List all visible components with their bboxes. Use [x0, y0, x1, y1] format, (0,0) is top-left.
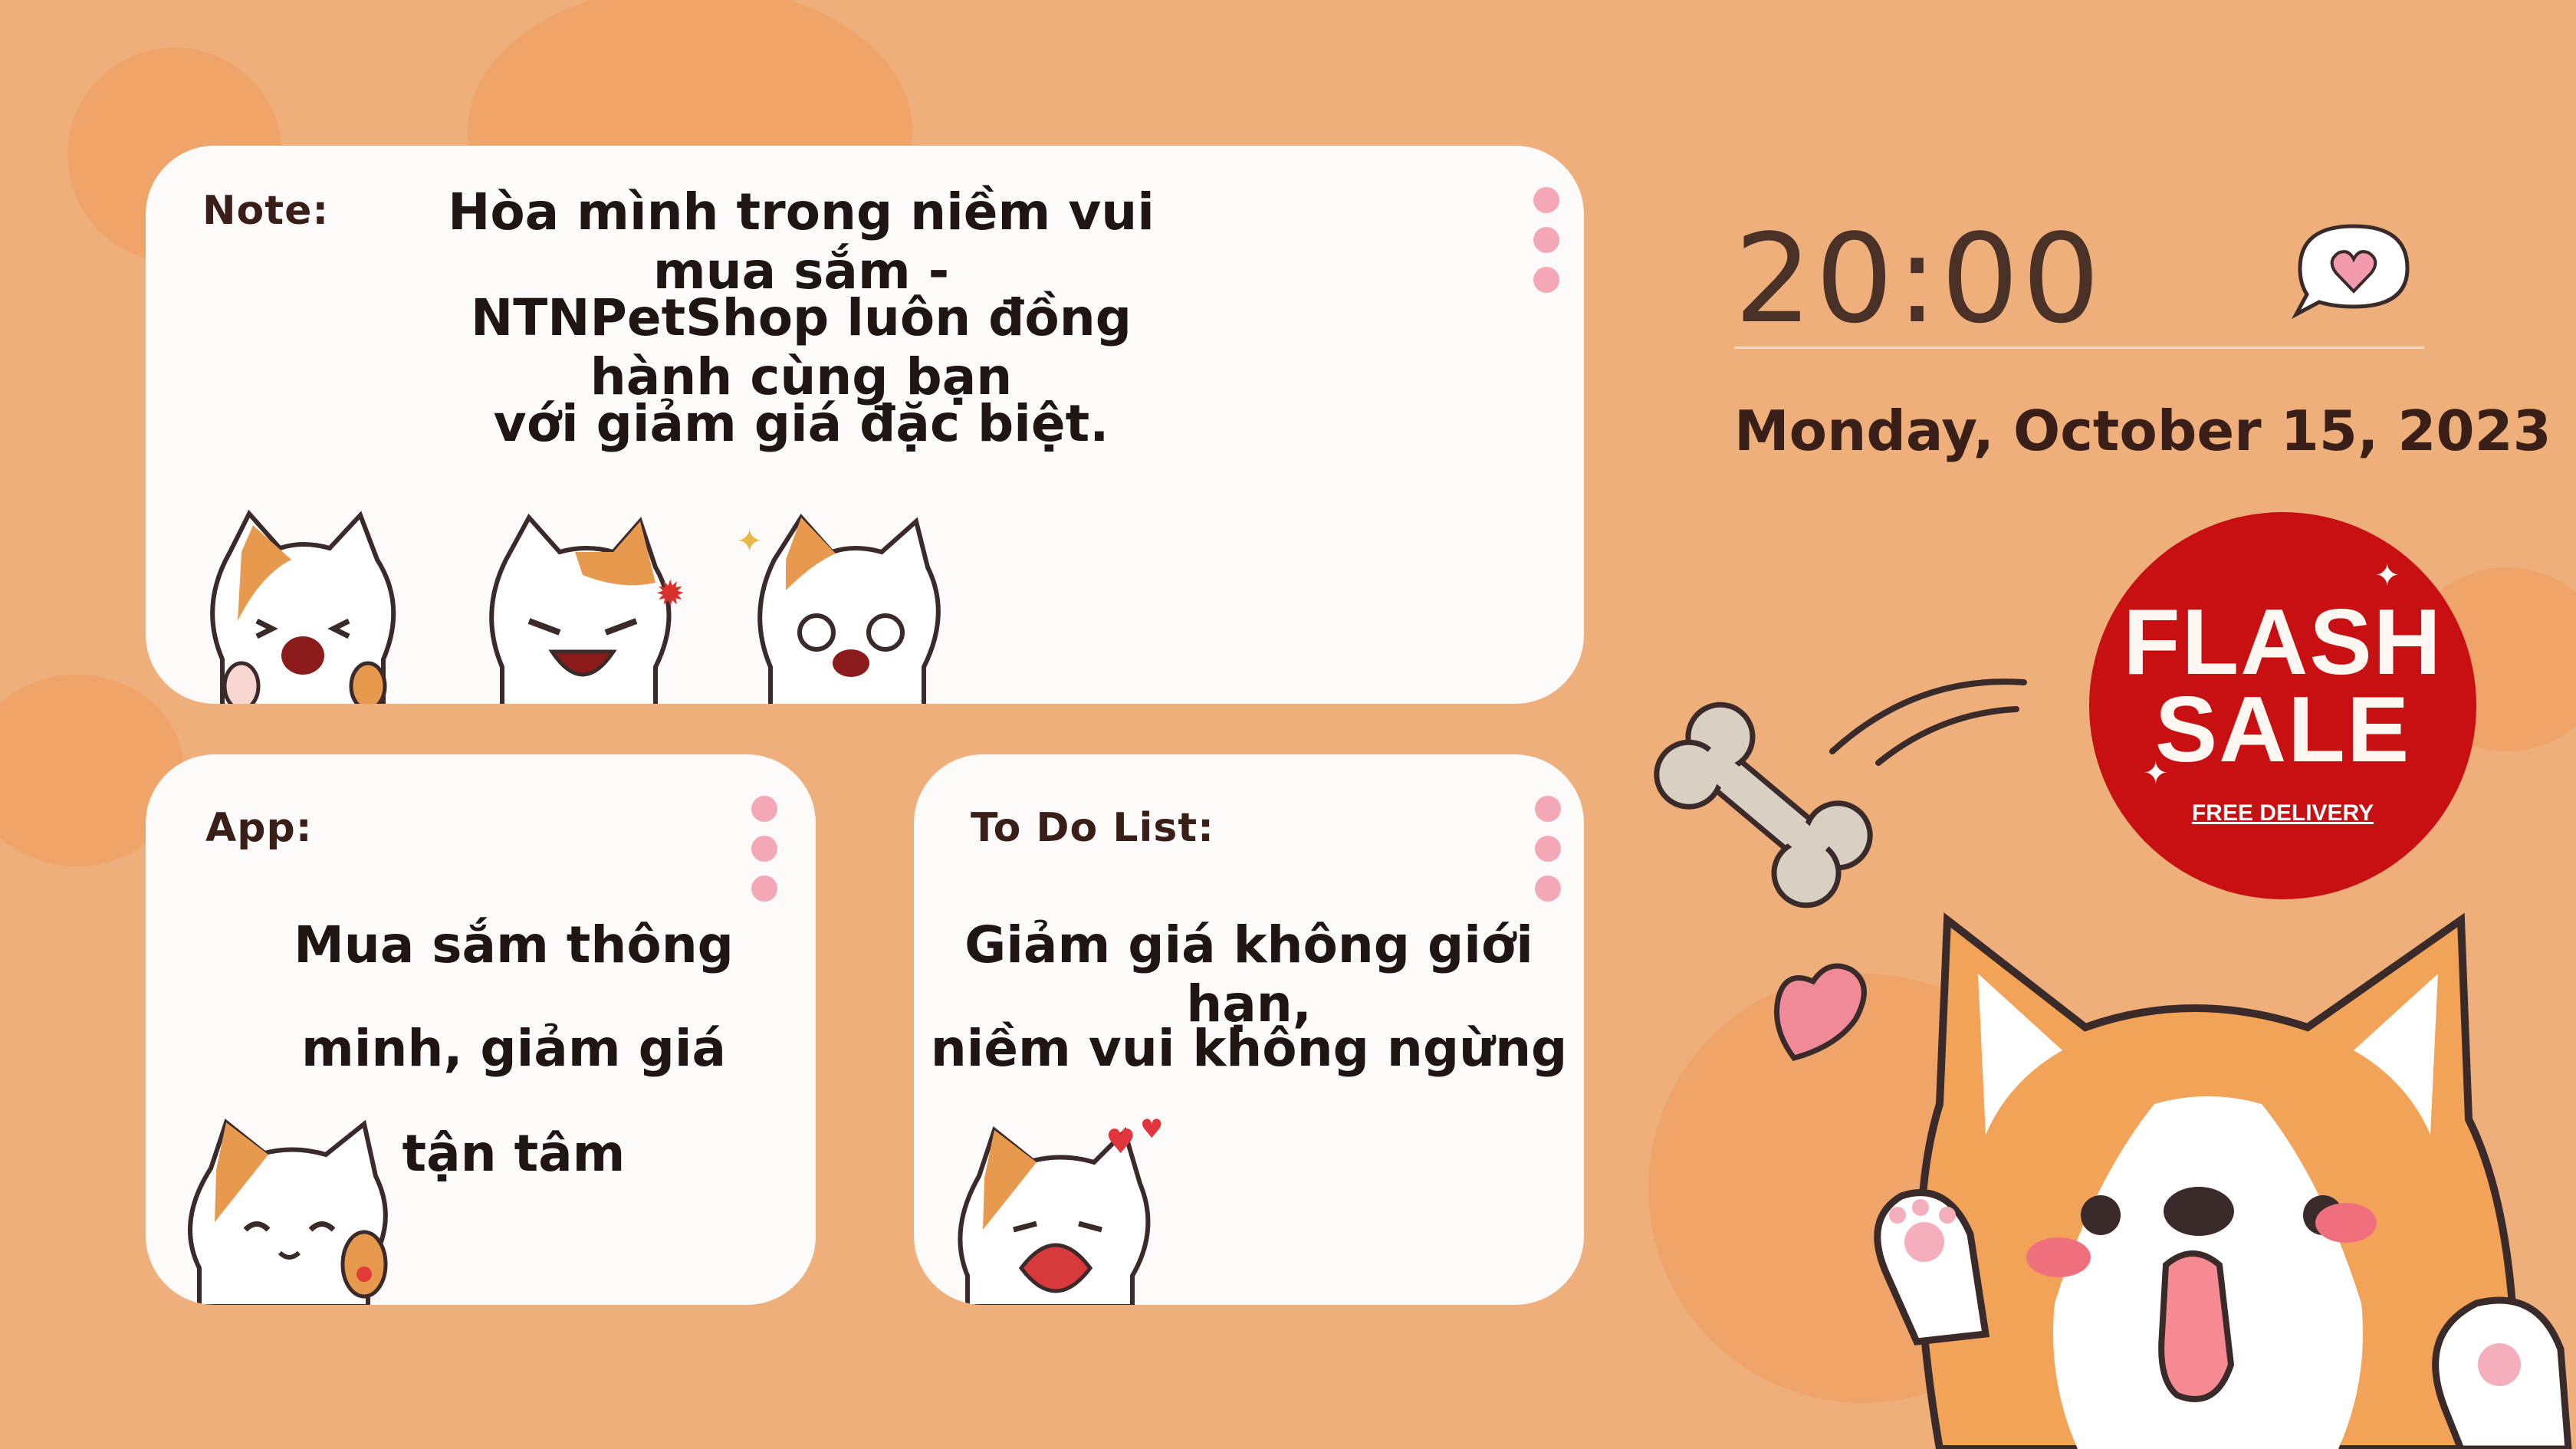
corgi-illustration — [1874, 912, 2572, 1449]
svg-text:✹: ✹ — [656, 573, 685, 614]
sparkle-icon: ✦ — [2143, 756, 2169, 791]
svg-text:♥: ♥ — [1140, 1114, 1163, 1145]
sale-word: SALE — [2154, 677, 2411, 781]
svg-text:✦: ✦ — [736, 522, 763, 560]
pink-dots — [751, 796, 777, 902]
cat-sticker: ✹ — [489, 513, 685, 704]
note-line: NTNPetShop luôn đồng hành cùng bạn — [471, 288, 1132, 406]
svg-text:♥: ♥ — [1106, 1122, 1135, 1162]
cat-sticker — [188, 1118, 388, 1305]
pink-dots — [1533, 187, 1559, 293]
divider — [1734, 347, 2424, 349]
clock-date: Monday, October 15, 2023 — [1734, 399, 2551, 463]
todo-line: niềm vui không ngừng — [930, 1019, 1568, 1078]
cat-sticker: ♥ ♥ — [958, 1114, 1163, 1305]
sparkle-icon: ✦ — [2374, 558, 2400, 593]
heart-speech-bubble-icon — [2291, 224, 2410, 320]
motion-lines — [1829, 678, 2027, 766]
app-card: App: Mua sắm thông minh, giảm giá tận tâ… — [146, 754, 816, 1305]
cat-sticker: ✦ — [736, 514, 941, 704]
pink-dots — [1535, 796, 1561, 902]
note-card: Note: Hòa mình trong niềm vui mua sắm - … — [146, 146, 1584, 704]
flash-sale-subtitle: FREE DELIVERY — [2191, 800, 2374, 826]
cat-sticker — [210, 509, 396, 704]
app-line: Mua sắm thông — [294, 915, 734, 974]
clock-time: 20:00 — [1734, 207, 2104, 350]
flash-sale-title: FLASH SALE — [2089, 595, 2476, 776]
todo-card: To Do List: Giảm giá không giới hạn, niề… — [914, 754, 1584, 1305]
app-label: App: — [205, 805, 313, 851]
todo-label: To Do List: — [971, 805, 1214, 851]
flash-sale-badge[interactable]: FLASH SALE FREE DELIVERY ✦ ✦ — [2089, 512, 2476, 899]
note-label: Note: — [202, 188, 330, 234]
todo-line: Giảm giá không giới hạn, — [964, 915, 1533, 1033]
app-line: minh, giảm giá — [301, 1019, 726, 1078]
note-line: với giảm giá đặc biệt. — [493, 394, 1109, 453]
note-line: Hòa mình trong niềm vui mua sắm - — [448, 182, 1155, 301]
